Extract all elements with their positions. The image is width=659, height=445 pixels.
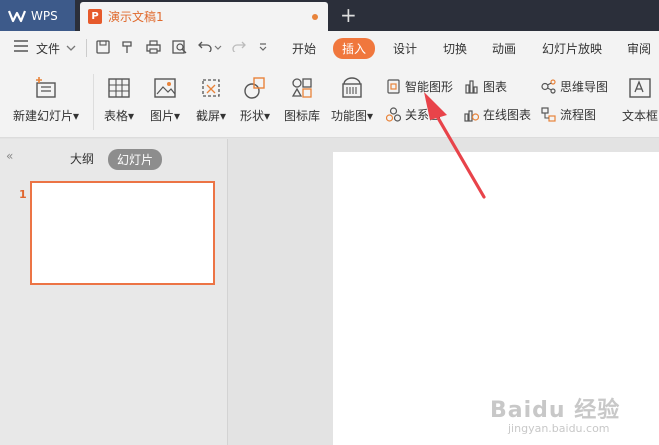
flowchart-label: 流程图 <box>560 108 597 122</box>
picture-label: 图片 <box>149 109 174 123</box>
menu-design[interactable]: 设计 <box>393 40 417 57</box>
shape-label: 形状 <box>239 109 264 123</box>
relation-chart-icon <box>386 107 401 122</box>
chart-button[interactable]: 图表 <box>464 78 507 95</box>
online-chart-button[interactable]: 在线图表 <box>464 106 531 123</box>
screenshot-label: 截屏 <box>195 109 220 123</box>
presentation-icon: P <box>88 9 102 24</box>
menu-review[interactable]: 审阅 <box>627 40 651 57</box>
print-preview-icon[interactable] <box>172 40 187 58</box>
new-slide-icon <box>36 77 56 98</box>
mindmap-icon <box>541 79 556 94</box>
tab-slides[interactable]: 幻灯片 <box>108 149 163 170</box>
title-bar: WPS P 演示文稿1 + <box>0 0 659 31</box>
textbox-label: 文本框 <box>621 109 658 123</box>
shape-icon <box>244 77 265 99</box>
new-slide-button[interactable]: 新建幻灯片▾ <box>10 76 82 124</box>
baidu-watermark: Baidu 经验 jingyan.baidu.com <box>490 392 620 435</box>
table-label: 表格 <box>103 109 128 123</box>
redo-icon[interactable] <box>232 40 246 56</box>
flowchart-icon <box>541 107 556 122</box>
save-icon[interactable] <box>96 40 110 58</box>
file-menu[interactable]: 文件 <box>36 40 60 57</box>
ribbon-divider <box>93 74 94 130</box>
slide-number: 1 <box>19 188 27 201</box>
table-button[interactable]: 表格▾ <box>100 76 138 124</box>
hamburger-menu-icon[interactable] <box>14 40 28 56</box>
smart-art-icon <box>387 79 400 94</box>
screenshot-icon <box>202 79 220 97</box>
icon-library-label: 图标库 <box>283 109 320 123</box>
icon-library-button[interactable]: 图标库 <box>282 76 322 124</box>
table-icon <box>108 78 130 98</box>
textbox-button[interactable]: 文本框 <box>620 76 659 124</box>
slide-thumbnail[interactable] <box>30 181 215 285</box>
collapse-panel-icon[interactable]: « <box>6 149 13 163</box>
online-chart-icon <box>464 110 479 122</box>
screenshot-button[interactable]: 截屏▾ <box>192 76 230 124</box>
watermark-line1: Baidu 经验 <box>490 398 621 423</box>
unsaved-dot <box>312 14 318 20</box>
chart-icon <box>465 80 478 94</box>
document-tab[interactable]: P 演示文稿1 <box>80 2 328 31</box>
print-icon[interactable] <box>146 40 161 58</box>
function-chart-button[interactable]: 功能图▾ <box>330 76 374 124</box>
menu-insert[interactable]: 插入 <box>333 38 376 59</box>
tab-outline[interactable]: 大纲 <box>70 150 94 167</box>
smart-art-label: 智能图形 <box>405 80 454 94</box>
flowchart-button[interactable]: 流程图 <box>541 106 596 123</box>
wps-logo-icon <box>8 10 26 22</box>
new-tab-button[interactable]: + <box>340 4 357 26</box>
icon-library-icon <box>291 78 312 98</box>
relation-chart-button[interactable]: 关系图 <box>386 106 441 123</box>
menu-bar: 文件 开始 插入 设计 切换 动画 幻灯片放映 审阅 <box>0 31 659 66</box>
quick-access-dropdown-icon[interactable] <box>258 41 268 56</box>
mindmap-button[interactable]: 思维导图 <box>541 78 608 95</box>
menu-home[interactable]: 开始 <box>292 40 316 57</box>
watermark-line2: jingyan.baidu.com <box>508 422 610 435</box>
slide-panel: « 大纲 幻灯片 1 <box>0 139 228 445</box>
wps-home-tab[interactable]: WPS <box>0 0 75 31</box>
relation-chart-label: 关系图 <box>405 108 442 122</box>
chart-label: 图表 <box>483 80 508 94</box>
function-chart-icon <box>342 77 362 98</box>
textbox-icon <box>629 78 651 98</box>
chevron-down-icon[interactable] <box>66 41 76 56</box>
function-chart-label: 功能图 <box>330 109 367 123</box>
document-name: 演示文稿1 <box>108 10 164 24</box>
undo-dropdown-icon[interactable] <box>214 41 222 56</box>
menu-transition[interactable]: 切换 <box>443 40 467 57</box>
shape-button[interactable]: 形状▾ <box>236 76 274 124</box>
smart-art-button[interactable]: 智能图形 <box>386 78 453 95</box>
format-painter-icon[interactable] <box>120 40 134 58</box>
ribbon-toolbar: 新建幻灯片▾ 表格▾ 图片▾ 截屏▾ 形状▾ 图标库 功能图▾ 智能图形 关系图… <box>0 66 659 138</box>
divider <box>86 39 87 57</box>
undo-icon[interactable] <box>198 40 212 56</box>
mindmap-label: 思维导图 <box>560 80 609 94</box>
picture-icon <box>154 78 176 98</box>
app-label: WPS <box>31 8 58 23</box>
online-chart-label: 在线图表 <box>483 108 532 122</box>
picture-button[interactable]: 图片▾ <box>146 76 184 124</box>
menu-animation[interactable]: 动画 <box>492 40 516 57</box>
panel-tabs: « 大纲 幻灯片 <box>0 139 228 175</box>
menu-slideshow[interactable]: 幻灯片放映 <box>542 40 602 57</box>
new-slide-label: 新建幻灯片 <box>12 109 73 123</box>
